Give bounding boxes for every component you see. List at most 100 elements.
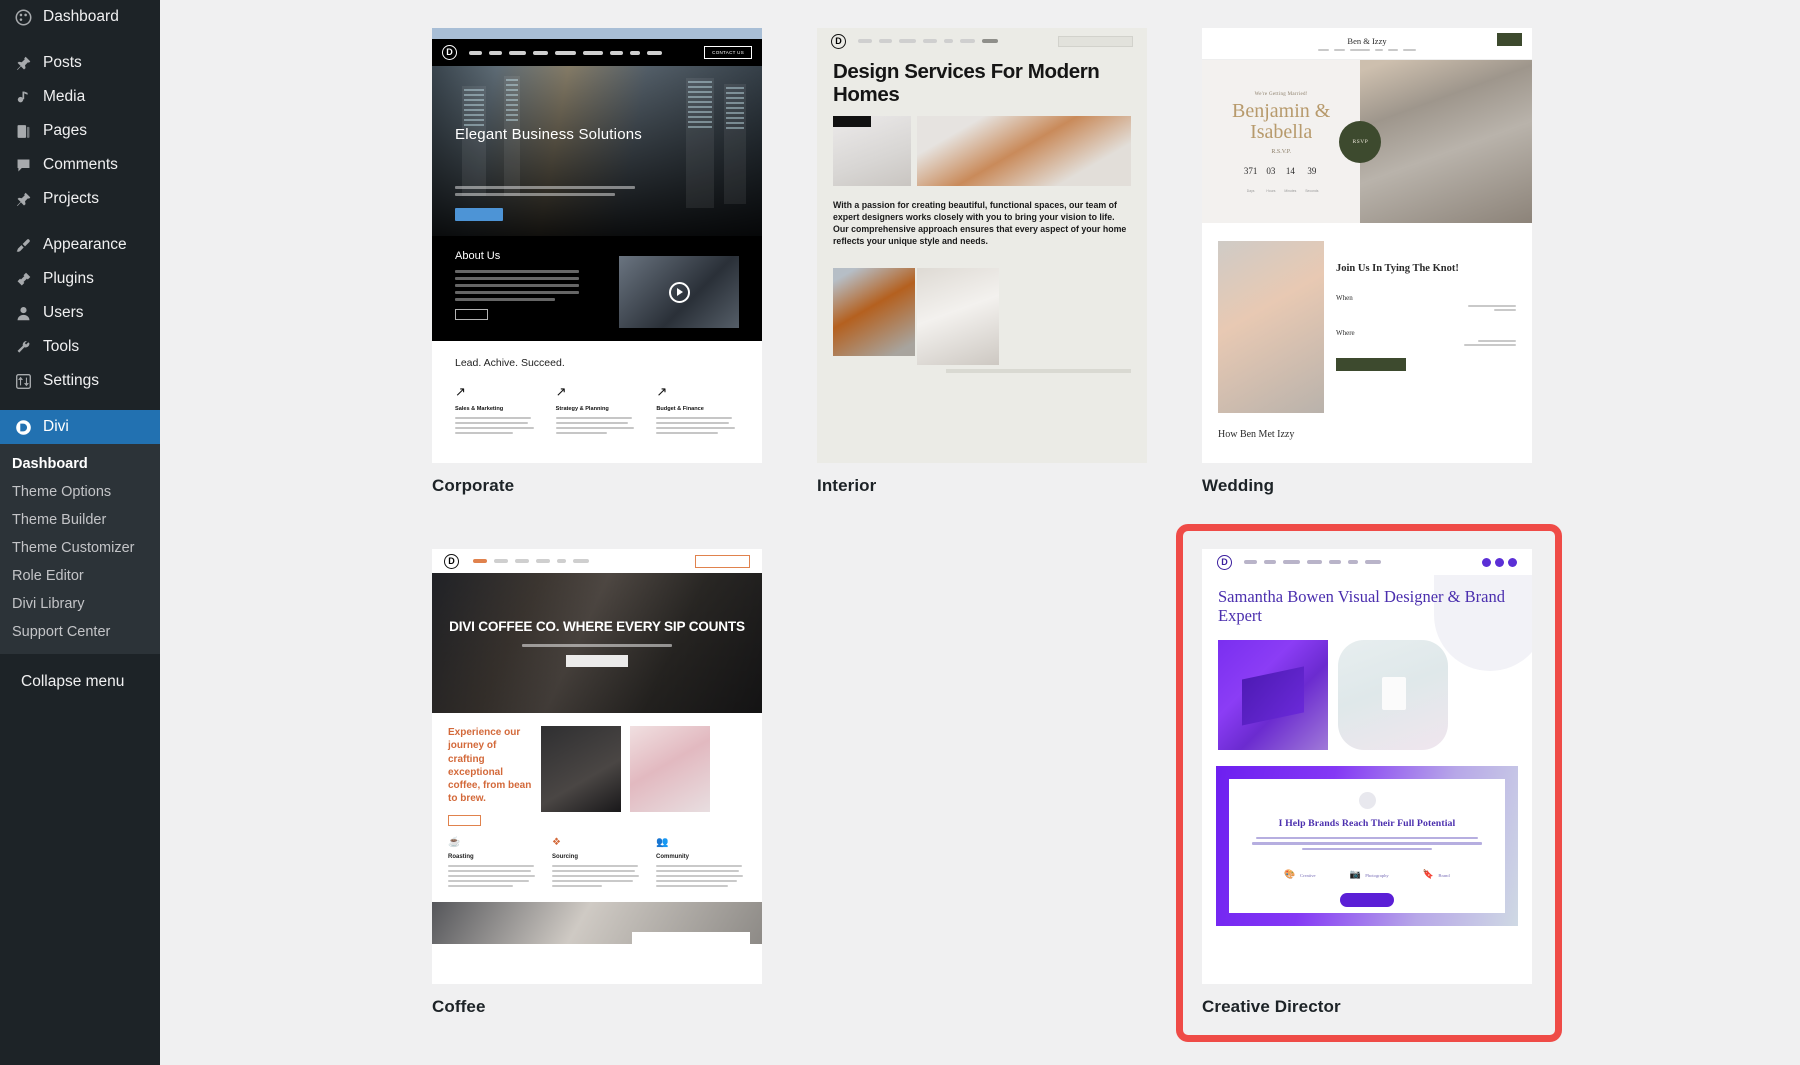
submenu-item-role-editor[interactable]: Role Editor	[0, 562, 160, 590]
collapse-menu-label: Collapse menu	[21, 673, 125, 690]
feature-item: ↗ Strategy & Planning	[555, 385, 639, 437]
submenu-item-support-center[interactable]: Support Center	[0, 618, 160, 646]
coffee-cup-icon: ☕	[448, 836, 461, 848]
layout-card-wedding[interactable]: Ben & Izzy We're Getting Married! Benjam…	[1202, 28, 1532, 496]
hero-button	[566, 655, 628, 668]
where-label: Where	[1336, 328, 1355, 337]
palette-icon: 🎨	[1284, 868, 1296, 879]
pin-icon	[12, 188, 34, 210]
facebook-icon[interactable]	[1482, 557, 1491, 567]
camera-icon: 📷	[1349, 868, 1361, 879]
sidebar-item-label: Divi	[43, 418, 69, 435]
rings-photo	[1218, 241, 1324, 413]
image-bathroom	[833, 116, 911, 187]
sidebar-item-projects[interactable]: Projects	[0, 182, 160, 216]
sidebar-item-pages[interactable]: Pages	[0, 114, 160, 148]
nav-links	[858, 39, 998, 43]
submenu-item-dashboard[interactable]: Dashboard	[0, 450, 160, 478]
when-label: When	[1336, 293, 1353, 302]
comment-icon	[12, 154, 34, 176]
layout-card-title: Wedding	[1202, 476, 1275, 495]
footer-card	[632, 931, 750, 952]
feature-title: Budget & Finance	[656, 406, 704, 412]
sidebar-item-divi[interactable]: Divi	[0, 410, 160, 444]
feature-item: 👥 Community	[656, 836, 746, 890]
sidebar-item-label: Projects	[43, 190, 99, 207]
sidebar-item-posts[interactable]: Posts	[0, 46, 160, 80]
divi-logo-icon	[12, 416, 34, 438]
sidebar-item-dashboard[interactable]: Dashboard	[0, 0, 160, 34]
preview-hero: Elegant Business Solutions	[432, 66, 762, 236]
work-samples-button	[1340, 892, 1394, 907]
community-icon: 👥	[656, 836, 669, 848]
hero-names: Benjamin & Isabella	[1232, 100, 1331, 143]
sidebar-item-comments[interactable]: Comments	[0, 148, 160, 182]
preview-hero: We're Getting Married! Benjamin & Isabel…	[1202, 60, 1532, 223]
preview-navbar: Ben & Izzy	[1202, 28, 1532, 60]
layout-card-interior[interactable]: D Design Services For Modern Homes With …	[817, 28, 1147, 496]
feature-label: Creative	[1300, 872, 1316, 878]
layout-preview-corporate[interactable]: D CONTACT US Elegant Business Solutions …	[432, 28, 762, 463]
layout-card-title: Interior	[817, 476, 877, 495]
sidebar-item-appearance[interactable]: Appearance	[0, 228, 160, 262]
hero-subtitle	[522, 644, 672, 648]
hero-title: Elegant Business Solutions	[455, 126, 642, 143]
twitter-icon[interactable]	[1495, 557, 1504, 567]
sidebar-item-settings[interactable]: Settings	[0, 364, 160, 398]
submenu-item-theme-builder[interactable]: Theme Builder	[0, 506, 160, 534]
when-value	[1336, 304, 1516, 311]
submenu-item-divi-library[interactable]: Divi Library	[0, 590, 160, 618]
feature-item: ↗ Sales & Marketing	[455, 385, 538, 437]
layout-preview-creative-director[interactable]: D Samantha Bowen Visual Designer & Brand…	[1202, 549, 1532, 984]
divi-logo-icon: D	[831, 33, 846, 49]
panel-body	[1251, 836, 1483, 853]
intro-body: With a passion for creating beautiful, f…	[833, 200, 1127, 247]
features-section: ☕ Roasting ❖ Sourcing 👥 Community	[432, 826, 762, 890]
sidebar-item-label: Plugins	[43, 270, 94, 287]
footer-strip	[946, 368, 1131, 373]
sidebar-item-tools[interactable]: Tools	[0, 330, 160, 364]
divi-logo-icon: D	[444, 553, 459, 569]
feature-title: Strategy & Planning	[555, 406, 609, 412]
layout-card-title: Coffee	[432, 997, 486, 1016]
when-field: When	[1336, 287, 1516, 311]
collapse-menu-button[interactable]: Collapse menu	[0, 664, 160, 704]
nav-rsvp-button	[1497, 33, 1522, 46]
feature-title: Sourcing	[552, 853, 579, 860]
sidebar-item-label: Users	[43, 304, 84, 321]
layout-card-corporate[interactable]: D CONTACT US Elegant Business Solutions …	[432, 28, 762, 496]
layout-preview-interior[interactable]: D Design Services For Modern Homes With …	[817, 28, 1147, 463]
hero-images	[833, 116, 1131, 187]
sidebar-item-media[interactable]: Media	[0, 80, 160, 114]
hero-eyebrow: We're Getting Married!	[1254, 92, 1308, 97]
nav-links	[1244, 560, 1381, 564]
countdown-unit: 14 Minutes	[1284, 166, 1297, 193]
sidebar-item-label: Tools	[43, 338, 80, 355]
dribbble-icon[interactable]	[1508, 557, 1517, 567]
layout-grid: D CONTACT US Elegant Business Solutions …	[160, 0, 1800, 1017]
sidebar-item-plugins[interactable]: Plugins	[0, 262, 160, 296]
layout-preview-coffee[interactable]: D DIVI COFFEE CO. WHERE EVERY SIP COUNTS	[432, 549, 762, 984]
play-icon	[668, 281, 690, 303]
layout-card-creative-director[interactable]: D Samantha Bowen Visual Designer & Brand…	[1202, 549, 1532, 1017]
media-icon	[12, 86, 34, 108]
layout-card-coffee[interactable]: D DIVI COFFEE CO. WHERE EVERY SIP COUNTS	[432, 549, 762, 1017]
layouts-main-area: D CONTACT US Elegant Business Solutions …	[160, 0, 1800, 1065]
feature-label: Brand	[1438, 872, 1450, 878]
browser-bar	[432, 28, 762, 39]
preview-hero: DIVI COFFEE CO. WHERE EVERY SIP COUNTS	[432, 573, 762, 713]
sidebar-divider	[0, 398, 160, 410]
hero-rsvp-label: R.S.V.P.	[1271, 149, 1291, 155]
shape-purple	[1218, 639, 1328, 750]
search-input[interactable]	[1058, 35, 1133, 47]
countdown-timer: 371 Days 03 Hours 14 Minutes 39 Seconds	[1244, 161, 1319, 197]
sidebar-item-users[interactable]: Users	[0, 296, 160, 330]
panel-features: 🎨 Creative 📷 Photography 🔖 Brand	[1284, 864, 1449, 882]
preview-navbar: D CONTACT US	[432, 39, 762, 66]
sidebar-item-label: Settings	[43, 372, 100, 389]
hero-title: Design Services For Modern Homes	[833, 60, 1100, 107]
layout-preview-wedding[interactable]: Ben & Izzy We're Getting Married! Benjam…	[1202, 28, 1532, 463]
submenu-item-theme-options[interactable]: Theme Options	[0, 478, 160, 506]
submenu-item-theme-customizer[interactable]: Theme Customizer	[0, 534, 160, 562]
details-section: Join Us In Tying The Knot! When Where	[1202, 223, 1532, 413]
